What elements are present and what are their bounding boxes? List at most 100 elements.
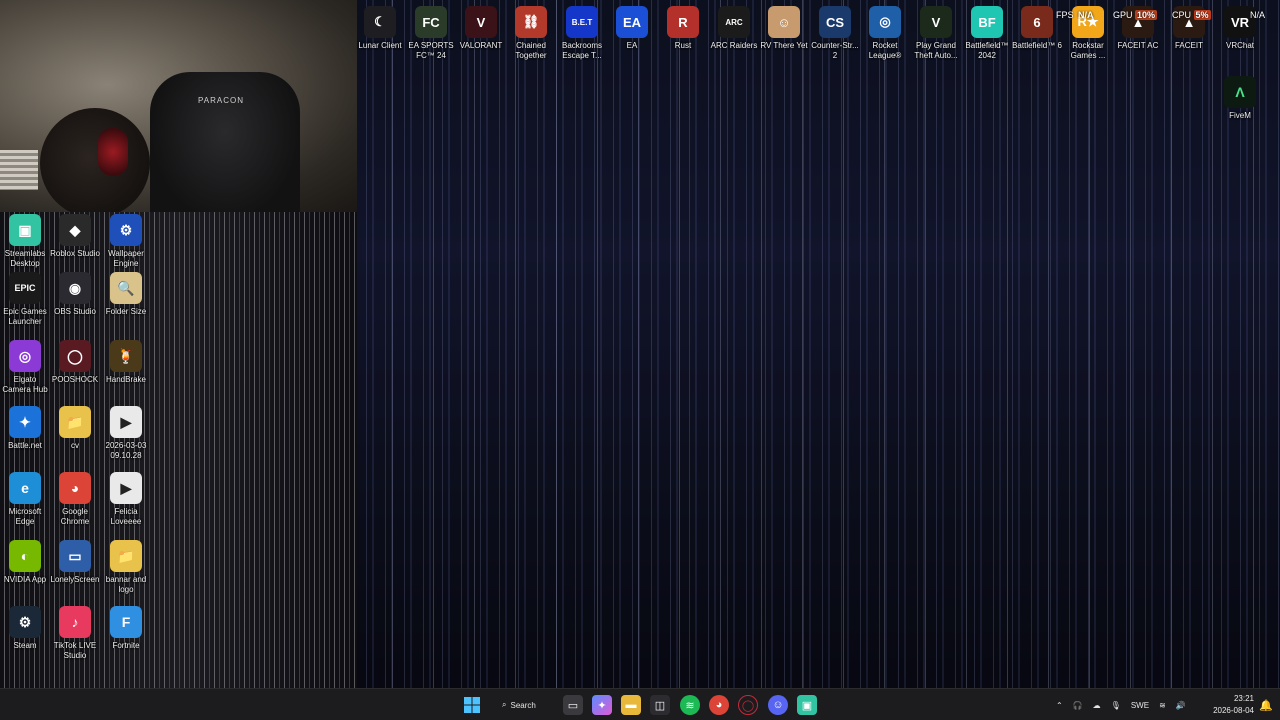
app-icon: F (110, 606, 142, 638)
desktop-icon-label: Battlefield™ 2042 (965, 41, 1009, 60)
desktop-icon-pooshock[interactable]: ◯ POOSHOCK (49, 340, 101, 385)
desktop-icon-bannar-and-logo[interactable]: 📁 bannar and logo (100, 540, 152, 595)
fps-value: N/A (1078, 10, 1094, 20)
desktop-icon-wallpaper-engine[interactable]: ⚙ Wallpaper Engine (100, 214, 152, 269)
windows-icon (464, 697, 480, 713)
app-icon: V (920, 6, 952, 38)
desktop-icon-label: Chained Together (515, 41, 547, 60)
desktop-icon-label: Microsoft Edge (8, 507, 42, 526)
desktop-icon-label: Battle.net (8, 441, 42, 450)
desktop-icon-battle-net[interactable]: ✦ Battle.net (0, 406, 51, 451)
desktop-icon-arc-raiders[interactable]: ARC ARC Raiders (708, 6, 760, 51)
desktop-icon-ea-sports-fc-24[interactable]: FC EA SPORTS FC™ 24 (405, 6, 457, 61)
desktop-icon-label: Wallpaper Engine (108, 249, 144, 268)
taskbar-clock[interactable]: 23:21 2026-08-04 (1200, 693, 1254, 717)
desktop-icon-roblox-studio[interactable]: ◆ Roblox Studio (49, 214, 101, 259)
copilot-icon[interactable]: ✦ (592, 695, 612, 715)
fivem-icon: Λ (1224, 76, 1256, 108)
desktop-icon-label: Rust (674, 41, 692, 50)
desktop-icon-label: LonelyScreen (50, 575, 100, 584)
task-view-icon[interactable]: ▭ (563, 695, 583, 715)
pooshock-taskbar-icon[interactable]: ◯ (738, 695, 758, 715)
desktop-icon-rocket-league[interactable]: ◎ Rocket League® (859, 6, 911, 61)
volume-icon[interactable]: 🔊 (1176, 701, 1186, 710)
notification-bell-icon[interactable]: 🔔 (1256, 695, 1276, 715)
chrome-icon[interactable]: ◕ (709, 695, 729, 715)
app-icon: e (9, 472, 41, 504)
spotify-icon[interactable]: ≋ (680, 695, 700, 715)
desktop-icon-label: Elgato Camera Hub (2, 375, 48, 394)
wifi-icon[interactable]: ≋ (1159, 701, 1166, 710)
microphone-icon[interactable]: 🎙 (1111, 701, 1121, 710)
desktop-icon-label: Lunar Client (358, 41, 402, 50)
headset-icon[interactable]: 🎧 (1073, 701, 1083, 710)
app-icon: FC (415, 6, 447, 38)
desktop-icon-valorant[interactable]: V VALORANT (455, 6, 507, 51)
gpu-value: 10% (1135, 10, 1158, 20)
desktop-icon-label: VRChat (1225, 41, 1254, 50)
desktop-icon-fivem[interactable]: Λ FiveM (1214, 76, 1266, 121)
desktop-icon-2026-03-03-09-10-28[interactable]: ▶ 2026-03-03 09.10.28 (100, 406, 152, 461)
taskbar: ⌕ Search ▭ ✦ ▬ ◫ ≋ ◕ ◯ ☺ ▣ ⌃ 🎧 ☁ 🎙 SWE ≋… (0, 688, 1280, 720)
start-button[interactable] (462, 695, 482, 715)
desktop-icon-felicia-loveeee[interactable]: ▶ Felicia Loveeee (100, 472, 152, 527)
file-explorer-icon[interactable]: ▬ (621, 695, 641, 715)
clock-date: 2026-08-04 (1213, 706, 1254, 715)
app-icon: ⚙ (110, 214, 142, 246)
app-icon: ◕ (59, 472, 91, 504)
desktop-icon-chained-together[interactable]: ⛓ Chained Together (505, 6, 557, 61)
taskbar-search-button[interactable]: ⌕ Search (492, 694, 552, 716)
desktop-icon-label: Google Chrome (60, 507, 90, 526)
perf-overlay-gpu: GPU 10% (1113, 10, 1158, 20)
app-icon: CS (819, 6, 851, 38)
vram-value: N/A (1250, 10, 1266, 20)
desktop-icon-handbrake[interactable]: 🍹 HandBrake (100, 340, 152, 385)
app-icon: ⚙ (9, 606, 41, 638)
app-icon: R (667, 6, 699, 38)
app-icon: ARC (718, 6, 750, 38)
desktop-icon-ea[interactable]: EA EA (606, 6, 658, 51)
webcam-shelf (0, 150, 38, 190)
app-icon: ◯ (59, 340, 91, 372)
app-icon: ◎ (9, 340, 41, 372)
desktop-icon-play-grand-theft-auto[interactable]: V Play Grand Theft Auto... (910, 6, 962, 61)
app-icon: BF (971, 6, 1003, 38)
webcam-person (40, 108, 150, 212)
desktop-icon-elgato-camera-hub[interactable]: ◎ Elgato Camera Hub (0, 340, 51, 395)
desktop-icon-label: FiveM (1229, 111, 1251, 120)
discord-icon[interactable]: ☺ (768, 695, 788, 715)
desktop-icon-obs-studio[interactable]: ◉ OBS Studio (49, 272, 101, 317)
desktop-icon-fortnite[interactable]: F Fortnite (100, 606, 152, 651)
desktop-icon-battlefield-2042[interactable]: BF Battlefield™ 2042 (961, 6, 1013, 61)
language-indicator[interactable]: SWE (1131, 701, 1149, 710)
desktop-icon-lonelyscreen[interactable]: ▭ LonelyScreen (49, 540, 101, 585)
app-icon: B.E.T (566, 6, 598, 38)
streamlabs-taskbar-icon[interactable]: ▣ (797, 695, 817, 715)
desktop-icon-label: Streamlabs Desktop (4, 249, 46, 268)
desktop-icon-label: Rocket League® (868, 41, 902, 60)
desktop-icon-microsoft-edge[interactable]: e Microsoft Edge (0, 472, 51, 527)
app-icon: ♪ (59, 606, 91, 638)
desktop-icon-google-chrome[interactable]: ◕ Google Chrome (49, 472, 101, 527)
desktop-icon-backrooms-escape-t[interactable]: B.E.T Backrooms Escape T... (556, 6, 608, 61)
desktop-icon-rust[interactable]: R Rust (657, 6, 709, 51)
chevron-up-icon[interactable]: ⌃ (1056, 701, 1063, 710)
desktop-icon-label: OBS Studio (54, 307, 96, 316)
desktop-icon-streamlabs-desktop[interactable]: ▣ Streamlabs Desktop (0, 214, 51, 269)
desktop-icon-tiktok-live-studio[interactable]: ♪ TikTok LIVE Studio (49, 606, 101, 661)
app-icon: ▣ (9, 214, 41, 246)
desktop-icon-counter-str-2[interactable]: CS Counter-Str... 2 (809, 6, 861, 61)
desktop-icon-lunar-client[interactable]: ☾ Lunar Client (354, 6, 406, 51)
cloud-icon[interactable]: ☁ (1093, 701, 1101, 710)
desktop-icon-epic-games-launcher[interactable]: EPIC Epic Games Launcher (0, 272, 51, 327)
desktop-icon-steam[interactable]: ⚙ Steam (0, 606, 51, 651)
desktop-icon-cv[interactable]: 📁 cv (49, 406, 101, 451)
desktop-icon-nvidia-app[interactable]: ◐ NVIDIA App (0, 540, 51, 585)
app-icon: V (465, 6, 497, 38)
microsoft-store-icon[interactable]: ◫ (650, 695, 670, 715)
desktop-icon-label: POOSHOCK (51, 375, 99, 384)
desktop-icon-folder-size[interactable]: 🔍 Folder Size (100, 272, 152, 317)
desktop-icon-label: Felicia Loveeee (110, 507, 142, 526)
desktop-icon-rv-there-yet[interactable]: ☺ RV There Yet (758, 6, 810, 51)
app-icon: 🍹 (110, 340, 142, 372)
